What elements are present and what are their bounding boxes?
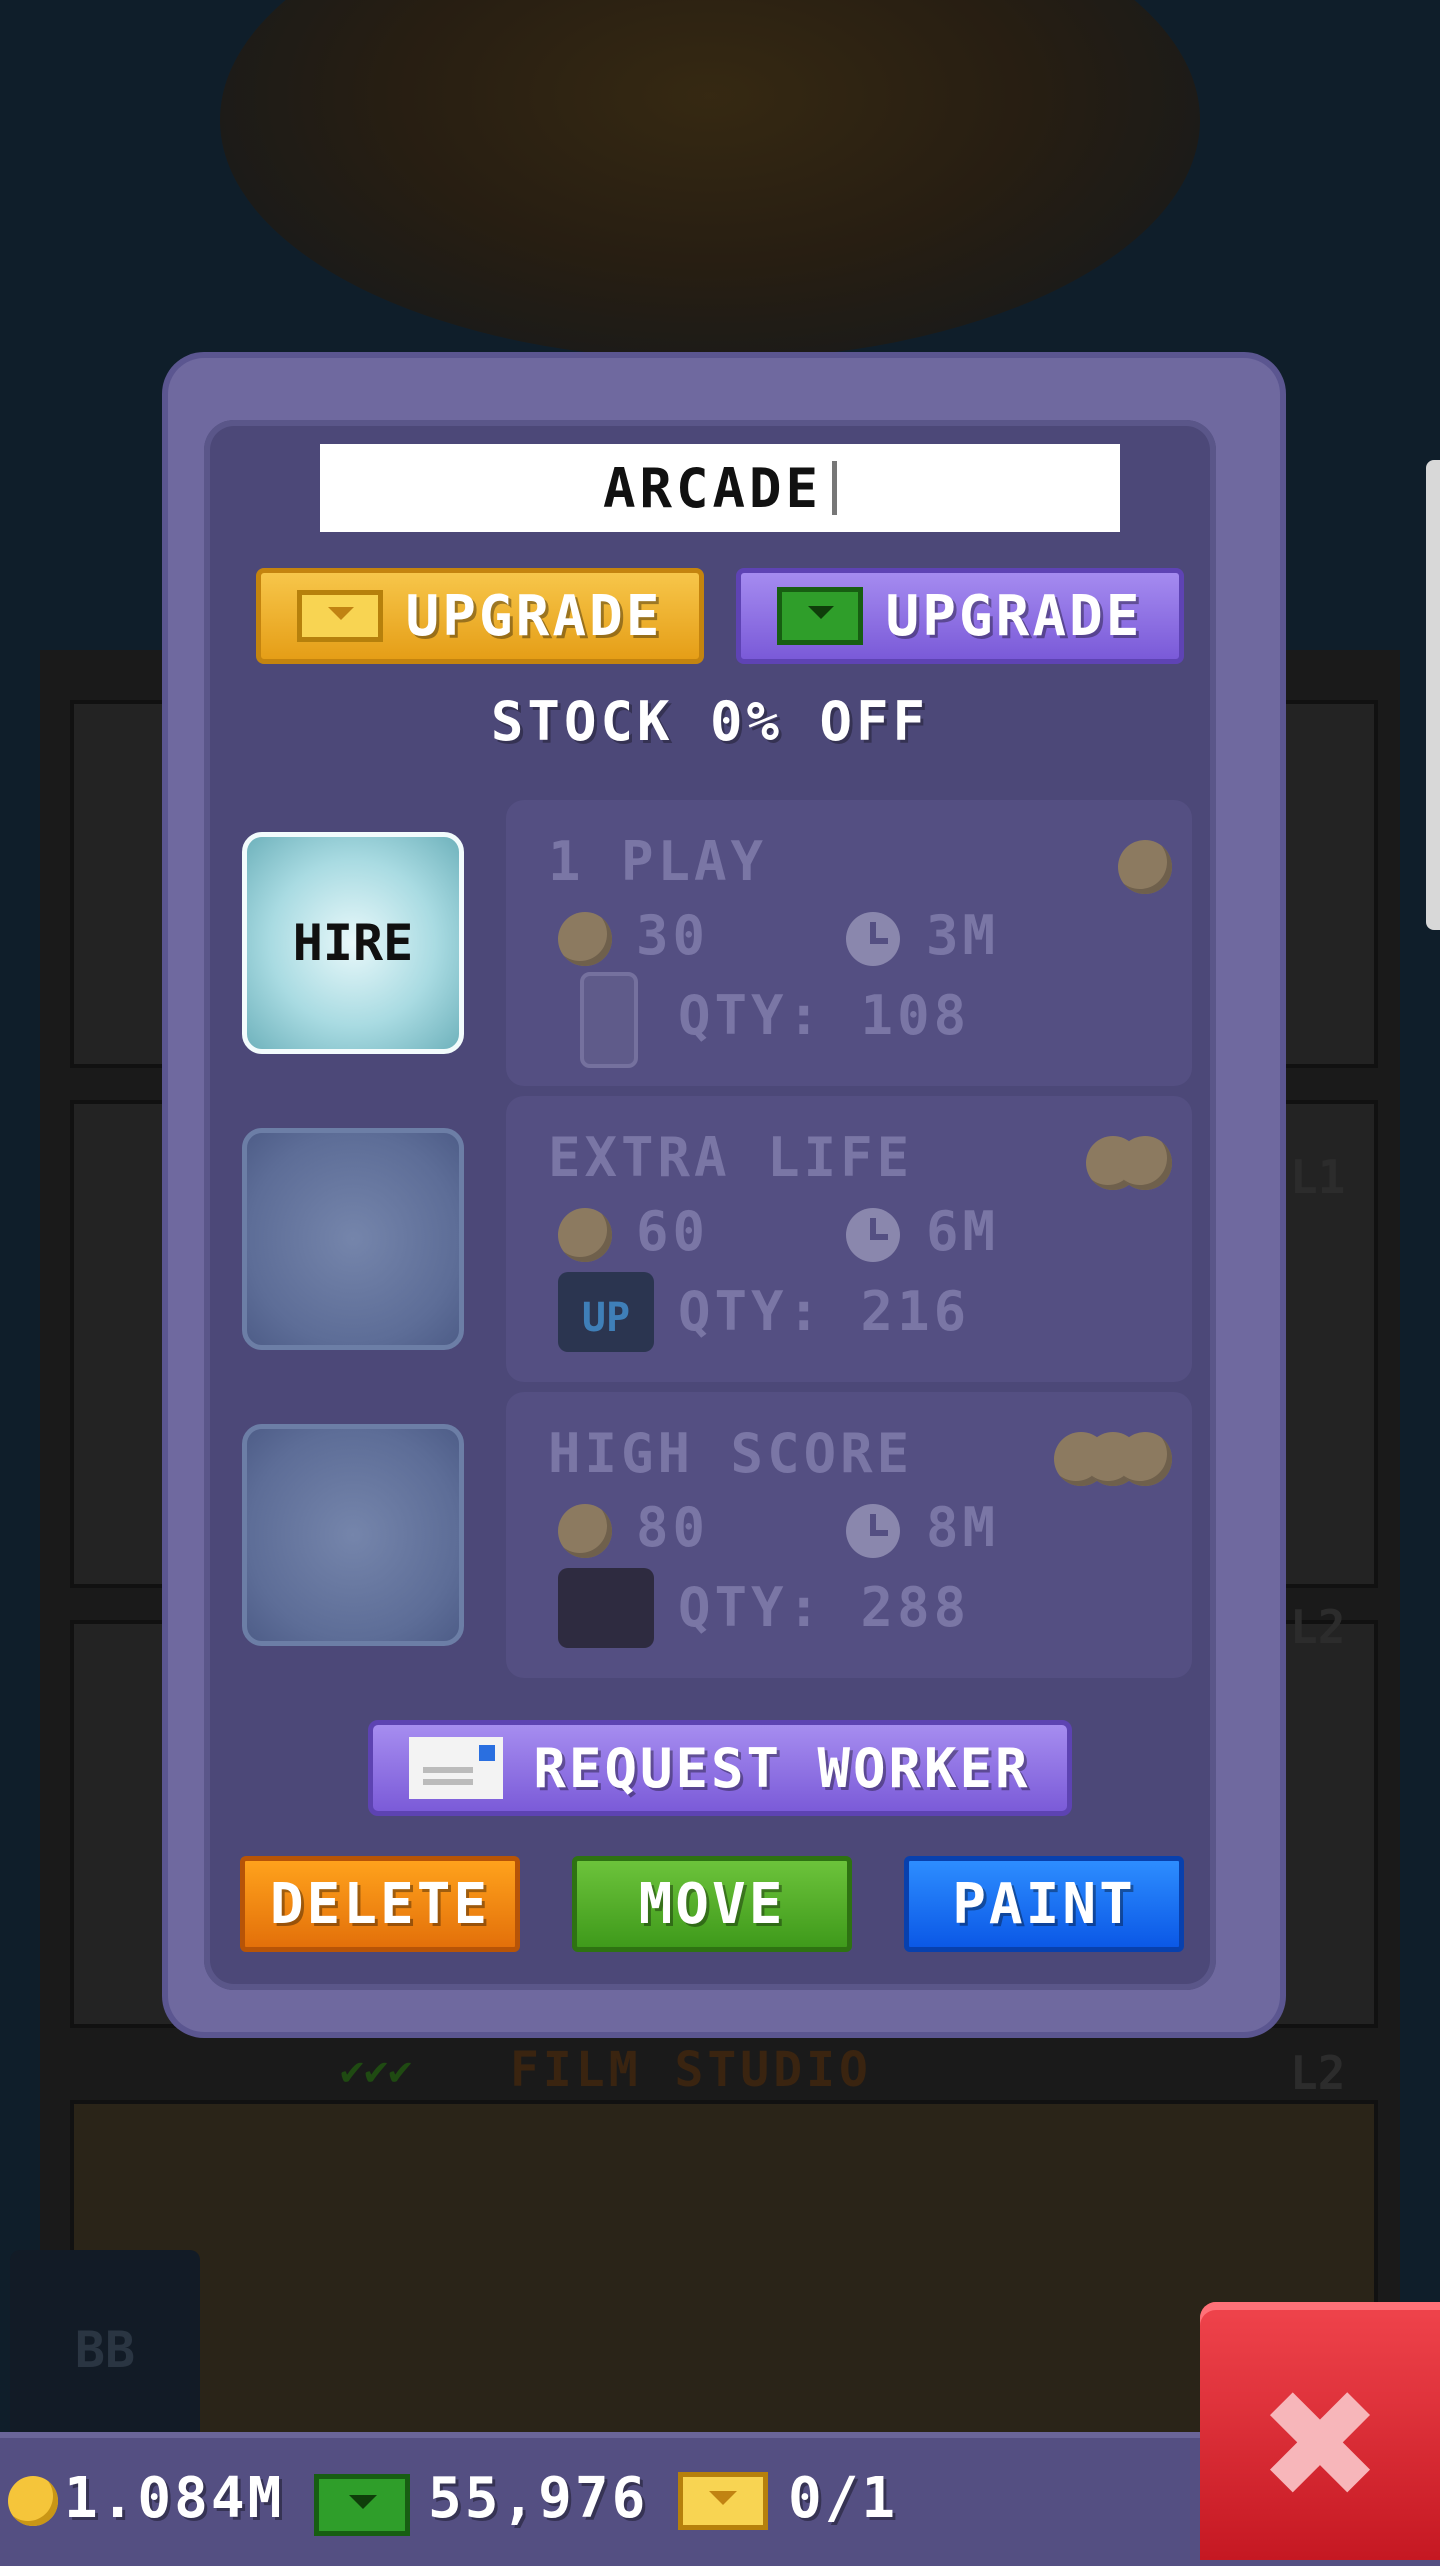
floor-level-tag: L2 (1290, 2046, 1346, 2100)
letter-icon (409, 1737, 504, 1799)
floor-name-input[interactable]: ARCADE (320, 444, 1120, 532)
tier-coin-icon (1118, 1136, 1172, 1190)
upgrade-tickets-label: UPGRADE (405, 583, 663, 649)
clock-icon (846, 1504, 900, 1558)
move-label: MOVE (638, 1871, 786, 1937)
coin-icon (558, 1504, 612, 1558)
golden-ticket-icon (678, 2472, 768, 2530)
upgrade-bux-label: UPGRADE (885, 583, 1143, 649)
item-time: 3M (926, 904, 1000, 967)
close-icon: ✖ (1257, 2359, 1383, 2533)
item-time: 8M (926, 1496, 1000, 1559)
request-worker-label: REQUEST WORKER (533, 1736, 1031, 1800)
stock-item-1-play[interactable]: 1 PLAY 30 3M QTY: 108 (506, 800, 1192, 1086)
coin-icon (558, 1208, 612, 1262)
coin-icon (8, 2476, 58, 2526)
paint-label: PAINT (952, 1871, 1136, 1937)
tower-bux-icon (777, 587, 864, 645)
stock-item-extra-life[interactable]: EXTRA LIFE 60 6M UP QTY: 216 (506, 1096, 1192, 1382)
empty-worker-slot[interactable] (242, 1128, 464, 1350)
floor-level-tag: L2 (1290, 1600, 1346, 1654)
item-title: 1 PLAY (548, 830, 768, 893)
film-studio-floor (70, 2100, 1378, 2448)
bux-balance: 55,976 (428, 2466, 649, 2531)
side-scroll-handle[interactable] (1426, 460, 1440, 930)
floor-level-tag: L1 (1290, 1150, 1346, 1204)
paint-button[interactable]: PAINT (904, 1856, 1184, 1952)
upgrade-bux-button[interactable]: UPGRADE (736, 568, 1184, 664)
stock-discount-text: STOCK 0% OFF (490, 690, 930, 753)
item-title: EXTRA LIFE (548, 1126, 914, 1189)
item-quantity: QTY: 288 (678, 1576, 971, 1639)
coin-icon (558, 912, 612, 966)
request-worker-button[interactable]: REQUEST WORKER (368, 1720, 1072, 1816)
move-button[interactable]: MOVE (572, 1856, 852, 1952)
golden-ticket-icon (297, 590, 384, 642)
item-price: 80 (636, 1496, 710, 1559)
pumpkin-decoration (220, 0, 1200, 360)
clock-icon (846, 1208, 900, 1262)
item-quantity: QTY: 108 (678, 984, 971, 1047)
floor-name-value: ARCADE (602, 456, 823, 520)
item-price: 60 (636, 1200, 710, 1263)
hire-label: HIRE (292, 914, 414, 972)
close-button[interactable]: ✖ (1200, 2302, 1440, 2560)
tier-coin-icon (1118, 840, 1172, 894)
item-title: HIGH SCORE (548, 1422, 914, 1485)
floor-name-label: FILM STUDIO (510, 2042, 872, 2098)
clock-icon (846, 912, 900, 966)
item-time: 6M (926, 1200, 1000, 1263)
hire-worker-slot[interactable]: HIRE (242, 832, 464, 1054)
upgrade-tickets-button[interactable]: UPGRADE (256, 568, 704, 664)
tier-coin-icon (1118, 1432, 1172, 1486)
empty-worker-slot[interactable] (242, 1424, 464, 1646)
one-up-icon: UP (558, 1272, 654, 1352)
floor-checkmarks: ✔✔✔ (340, 2048, 413, 2094)
delete-button[interactable]: DELETE (240, 1856, 520, 1952)
bb-box: BB (10, 2250, 200, 2450)
arcade-cabinet-icon (580, 972, 638, 1068)
tower-bux-icon (314, 2474, 410, 2536)
ticket-count: 0/1 (788, 2466, 899, 2531)
item-price: 30 (636, 904, 710, 967)
coin-balance: 1.084M (64, 2466, 285, 2531)
delete-label: DELETE (269, 1871, 491, 1937)
scoreboard-icon (558, 1568, 654, 1648)
text-caret (832, 461, 838, 515)
item-quantity: QTY: 216 (678, 1280, 971, 1343)
stock-item-high-score[interactable]: HIGH SCORE 80 8M QTY: 288 (506, 1392, 1192, 1678)
